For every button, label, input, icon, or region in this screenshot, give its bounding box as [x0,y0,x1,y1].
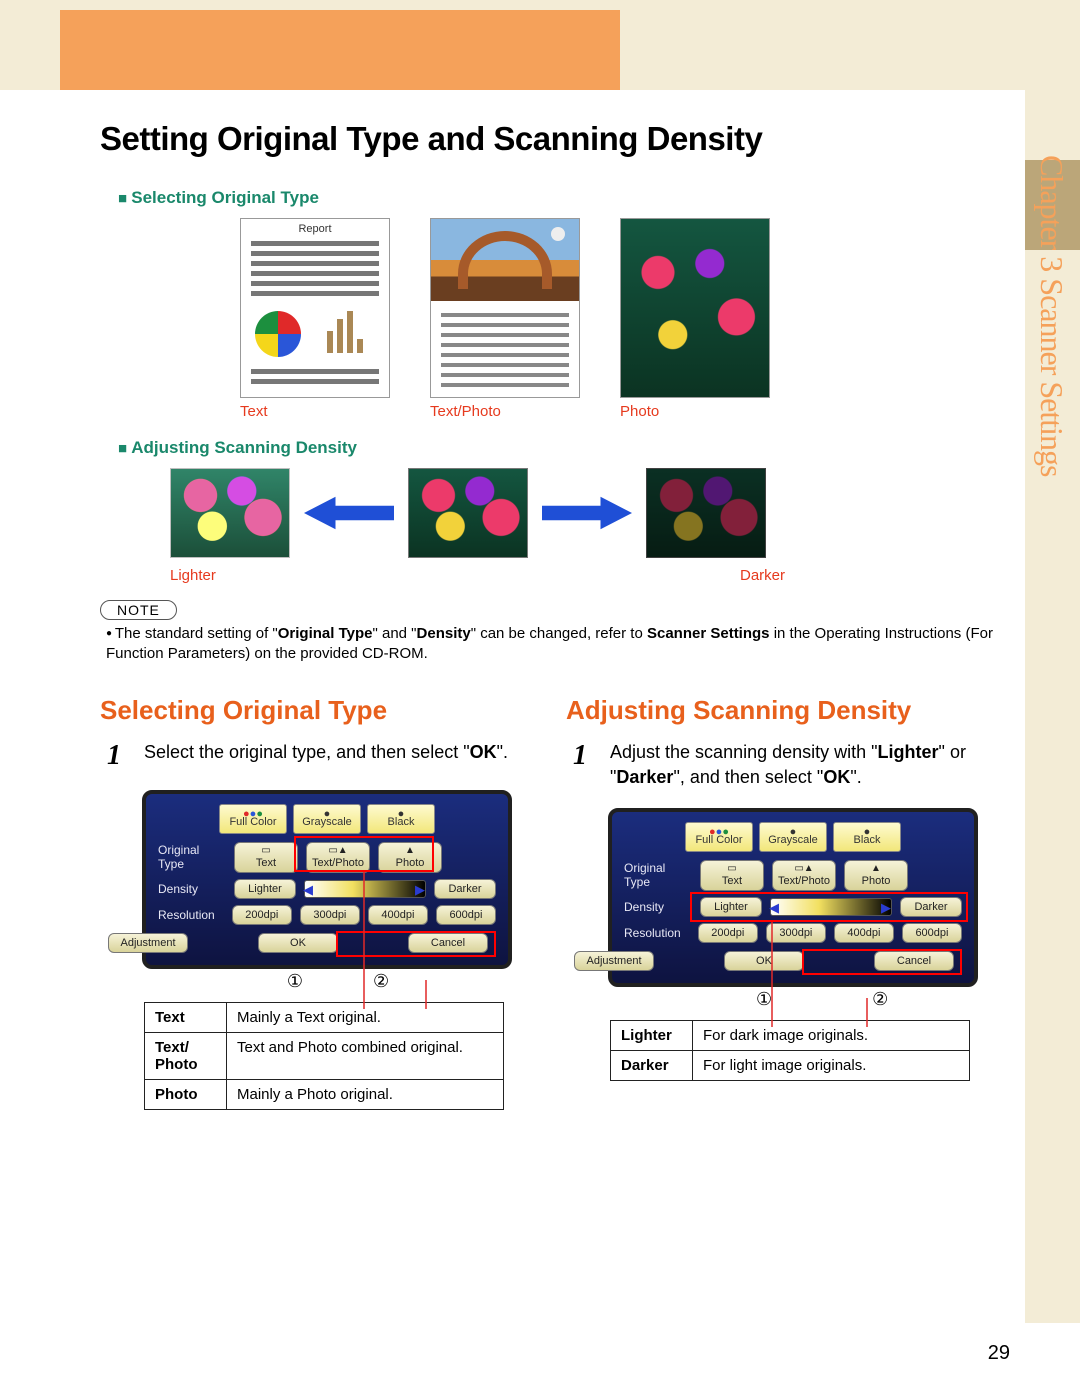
type-thumbnails-row: Report Text [240,218,1000,420]
caption-text: Text [240,403,390,420]
panel-screenshot-left: ●●●Full Color ●Grayscale ●Black Original… [142,790,534,992]
btn-lighter[interactable]: Lighter [700,897,762,917]
caption-darker: Darker [740,567,785,584]
step-1-left: 1 Select the original type, and then sel… [100,740,534,772]
btn-600dpi[interactable]: 600dpi [902,923,962,943]
density-captions: Lighter Darker [170,562,1000,584]
lbl-density: Density [158,882,226,896]
report-label: Report [241,223,389,235]
btn-200dpi[interactable]: 200dpi [698,923,758,943]
subhead-adjusting-density: Adjusting Scanning Density [118,438,1000,458]
btn-type-textphoto[interactable]: ▭▲Text/Photo [772,860,836,891]
btn-adjustment[interactable]: Adjustment [574,951,654,971]
step-text: Select the original type, and then selec… [144,740,534,772]
btn-darker[interactable]: Darker [434,879,496,899]
panel-tab-fullcolor[interactable]: ●●●Full Color [219,804,287,834]
density-row [170,468,1000,558]
btn-cancel[interactable]: Cancel [408,933,488,953]
btn-300dpi[interactable]: 300dpi [766,923,826,943]
caption-lighter: Lighter [170,567,290,584]
arrow-left-icon [304,493,394,533]
device-panel: ●●●Full Color ●Grayscale ●Black Original… [608,808,978,987]
btn-300dpi[interactable]: 300dpi [300,905,360,925]
btn-ok[interactable]: OK [258,933,338,953]
table-row: PhotoMainly a Photo original. [145,1079,504,1109]
panel-tab-black[interactable]: ●Black [367,804,435,834]
lbl-original-type: Original Type [158,843,226,871]
btn-ok[interactable]: OK [724,951,804,971]
heading-selecting-type: Selecting Original Type [100,695,534,726]
lbl-density: Density [624,900,692,914]
btn-600dpi[interactable]: 600dpi [436,905,496,925]
callout-numbers: ①② [608,989,1000,1010]
table-row: Text/ PhotoText and Photo combined origi… [145,1032,504,1079]
btn-type-textphoto[interactable]: ▭▲Text/Photo [306,842,370,873]
subhead-selecting-type: Selecting Original Type [118,188,1000,208]
page-number: 29 [988,1342,1010,1365]
btn-200dpi[interactable]: 200dpi [232,905,292,925]
panel-tab-grayscale[interactable]: ●Grayscale [759,822,827,852]
panel-tab-grayscale[interactable]: ●Grayscale [293,804,361,834]
page-title: Setting Original Type and Scanning Densi… [100,120,1000,158]
note-body: The standard setting of "Original Type" … [100,624,1000,665]
step-number: 1 [566,740,594,790]
thumb-text: Report [240,218,390,398]
thumb-textphoto [430,218,580,398]
device-panel: ●●●Full Color ●Grayscale ●Black Original… [142,790,512,969]
type-desc-table: TextMainly a Text original. Text/ PhotoT… [144,1002,504,1110]
col-adjusting-density: Adjusting Scanning Density 1 Adjust the … [566,695,1000,1110]
btn-type-photo[interactable]: ▲Photo [844,860,908,891]
step-number: 1 [100,740,128,772]
density-slider[interactable]: ◀▶ [304,880,426,898]
btn-lighter[interactable]: Lighter [234,879,296,899]
density-thumb-lighter [170,468,290,558]
arrow-right-icon [542,493,632,533]
btn-type-photo[interactable]: ▲Photo [378,842,442,873]
btn-adjustment[interactable]: Adjustment [108,933,188,953]
table-row: TextMainly a Text original. [145,1002,504,1032]
density-slider[interactable]: ◀▶ [770,898,892,916]
step-text: Adjust the scanning density with "Lighte… [610,740,1000,790]
top-orange-bar [60,10,620,90]
btn-darker[interactable]: Darker [900,897,962,917]
thumb-textphoto-col: Text/Photo [430,218,580,420]
panel-tab-fullcolor[interactable]: ●●●Full Color [685,822,753,852]
thumb-text-col: Report Text [240,218,390,420]
table-row: DarkerFor light image originals. [611,1050,970,1080]
density-thumb-darker [646,468,766,558]
panel-screenshot-right: ●●●Full Color ●Grayscale ●Black Original… [608,808,1000,1010]
panel-tab-black[interactable]: ●Black [833,822,901,852]
table-row: LighterFor dark image originals. [611,1020,970,1050]
caption-textphoto: Text/Photo [430,403,580,420]
callout-numbers: ①② [142,971,534,992]
btn-400dpi[interactable]: 400dpi [834,923,894,943]
chapter-sidebar-text: Chapter 3 Scanner Settings [1030,155,1070,476]
btn-type-text[interactable]: ▭Text [234,842,298,873]
content-area: Setting Original Type and Scanning Densi… [100,120,1000,1110]
two-column-section: Selecting Original Type 1 Select the ori… [100,695,1000,1110]
density-desc-table: LighterFor dark image originals. DarkerF… [610,1020,970,1081]
thumb-photo [620,218,770,398]
heading-adjusting-density: Adjusting Scanning Density [566,695,1000,726]
step-1-right: 1 Adjust the scanning density with "Ligh… [566,740,1000,790]
caption-photo: Photo [620,403,770,420]
document-page: Chapter 3 Scanner Settings Setting Origi… [0,0,1080,1397]
lbl-resolution: Resolution [158,908,224,922]
col-selecting-type: Selecting Original Type 1 Select the ori… [100,695,534,1110]
lbl-resolution: Resolution [624,926,690,940]
lbl-original-type: Original Type [624,861,692,889]
note-label: NOTE [100,600,177,620]
btn-400dpi[interactable]: 400dpi [368,905,428,925]
density-thumb-normal [408,468,528,558]
btn-type-text[interactable]: ▭Text [700,860,764,891]
thumb-photo-col: Photo [620,218,770,420]
btn-cancel[interactable]: Cancel [874,951,954,971]
